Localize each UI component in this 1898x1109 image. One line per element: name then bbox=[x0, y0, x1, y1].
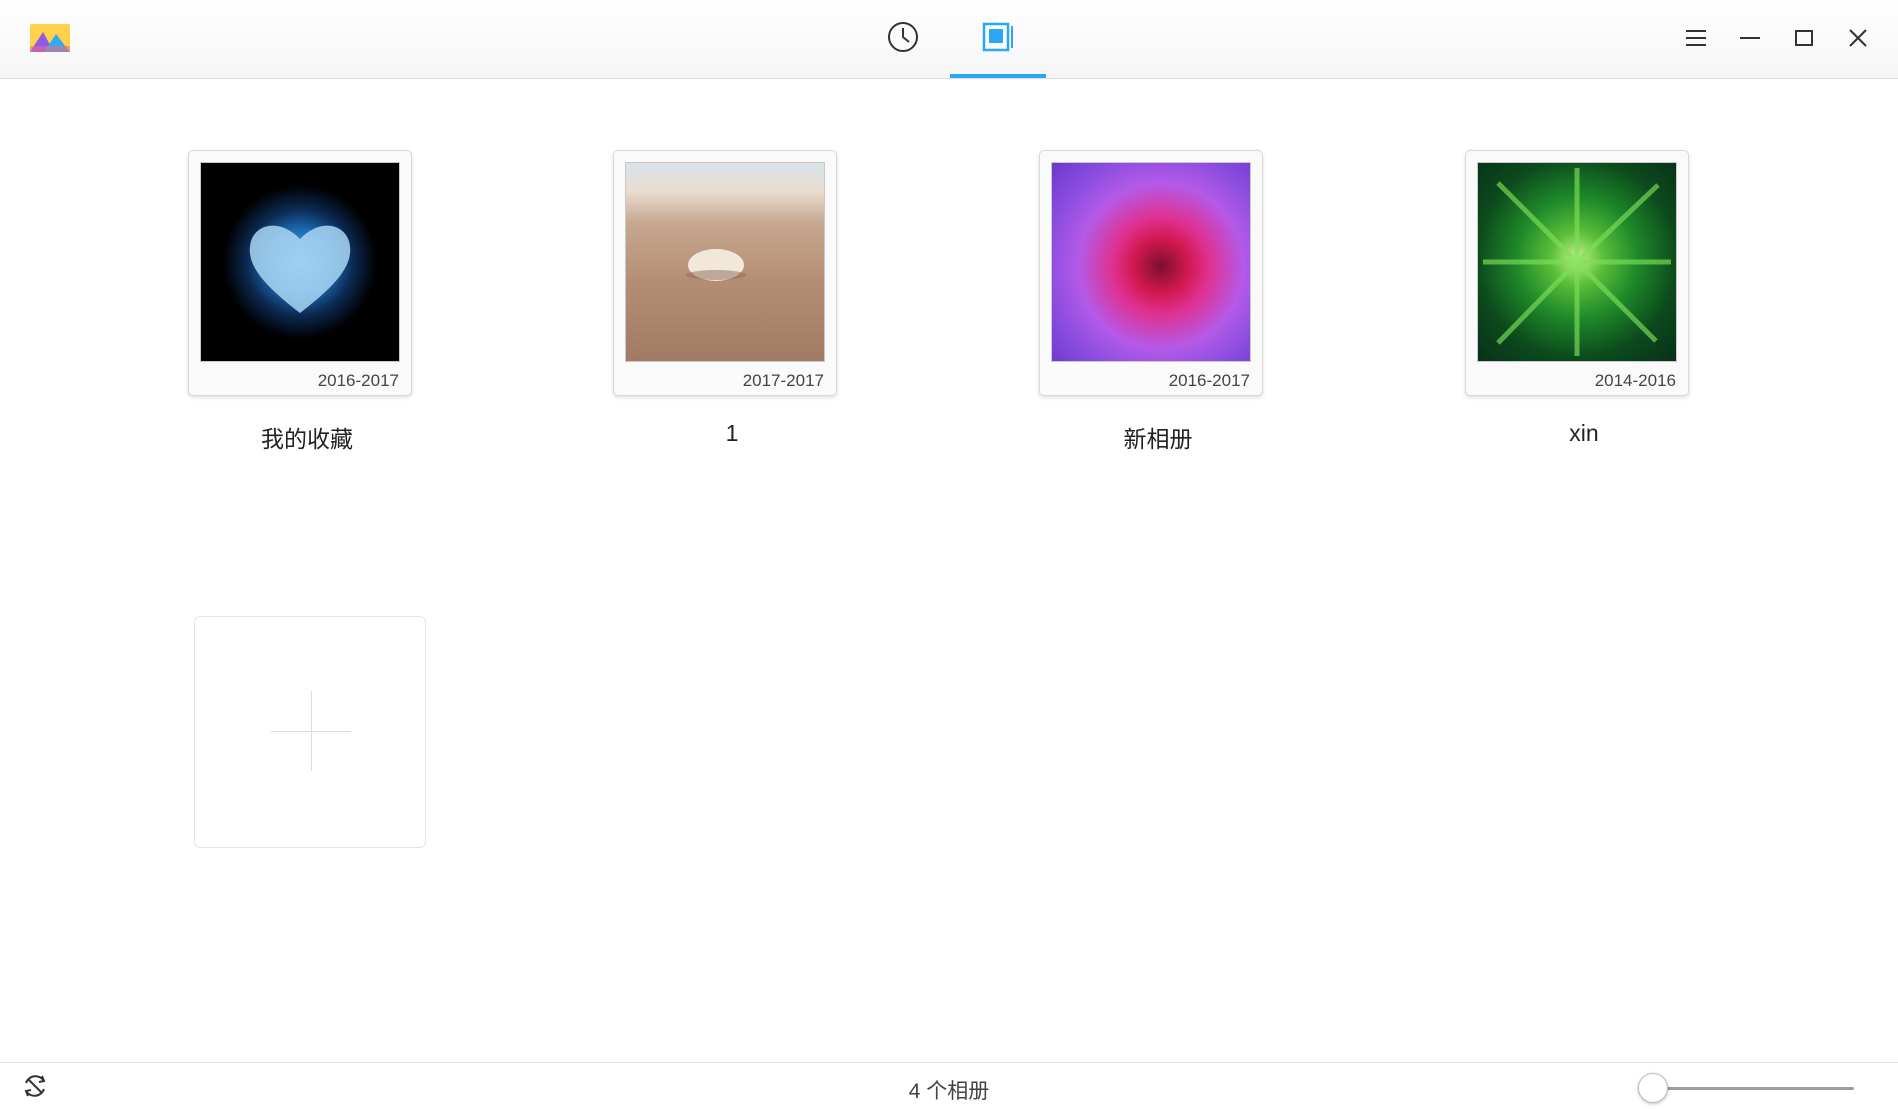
title-bar bbox=[0, 0, 1898, 79]
zoom-slider-handle[interactable] bbox=[1638, 1073, 1668, 1103]
photo-app-icon bbox=[30, 24, 70, 52]
album-thumbnail bbox=[625, 162, 825, 362]
menu-button[interactable] bbox=[1676, 20, 1716, 60]
album-name[interactable]: 我的收藏 bbox=[152, 420, 462, 454]
zoom-slider-track[interactable] bbox=[1652, 1087, 1854, 1090]
close-icon bbox=[1847, 27, 1869, 54]
plant-image bbox=[1483, 168, 1671, 356]
menu-icon bbox=[1685, 28, 1707, 53]
seashell-image bbox=[686, 249, 746, 281]
add-album-button[interactable] bbox=[194, 616, 426, 848]
tab-albums[interactable] bbox=[950, 0, 1046, 78]
album-date-range: 2014-2016 bbox=[1594, 371, 1676, 390]
album-name[interactable]: 新相册 bbox=[1003, 420, 1313, 454]
album-cover: 2017-2017 bbox=[613, 150, 837, 396]
album-cover: 2014-2016 bbox=[1465, 150, 1689, 396]
album-thumbnail bbox=[1051, 162, 1251, 362]
album-name[interactable]: xin bbox=[1429, 420, 1739, 447]
album-icon bbox=[981, 20, 1015, 59]
status-bar: 4 个相册 bbox=[0, 1062, 1898, 1109]
album-count-label: 4 个相册 bbox=[908, 1080, 990, 1103]
clock-icon bbox=[886, 20, 920, 59]
album-cover: 2016-2017 bbox=[188, 150, 412, 396]
tab-timeline[interactable] bbox=[855, 0, 951, 78]
album-cover: 2016-2017 bbox=[1039, 150, 1263, 396]
minimize-icon bbox=[1739, 28, 1761, 53]
album-date-range: 2017-2017 bbox=[742, 371, 824, 390]
close-button[interactable] bbox=[1838, 20, 1878, 60]
album-thumbnail bbox=[200, 162, 400, 362]
album-thumbnail bbox=[1477, 162, 1677, 362]
album-date-range: 2016-2017 bbox=[317, 371, 399, 390]
album-card[interactable]: 2016-2017 新相册 bbox=[1003, 148, 1283, 468]
minimize-button[interactable] bbox=[1730, 20, 1770, 60]
album-card[interactable]: 2017-2017 1 bbox=[577, 148, 857, 468]
album-card[interactable]: 2014-2016 xin bbox=[1429, 148, 1709, 468]
maximize-icon bbox=[1793, 28, 1815, 53]
plus-icon bbox=[311, 691, 312, 771]
maximize-button[interactable] bbox=[1784, 20, 1824, 60]
heart-image bbox=[249, 225, 351, 313]
album-name[interactable]: 1 bbox=[577, 420, 887, 447]
album-card[interactable]: 2016-2017 我的收藏 bbox=[152, 148, 432, 468]
album-date-range: 2016-2017 bbox=[1168, 371, 1250, 390]
